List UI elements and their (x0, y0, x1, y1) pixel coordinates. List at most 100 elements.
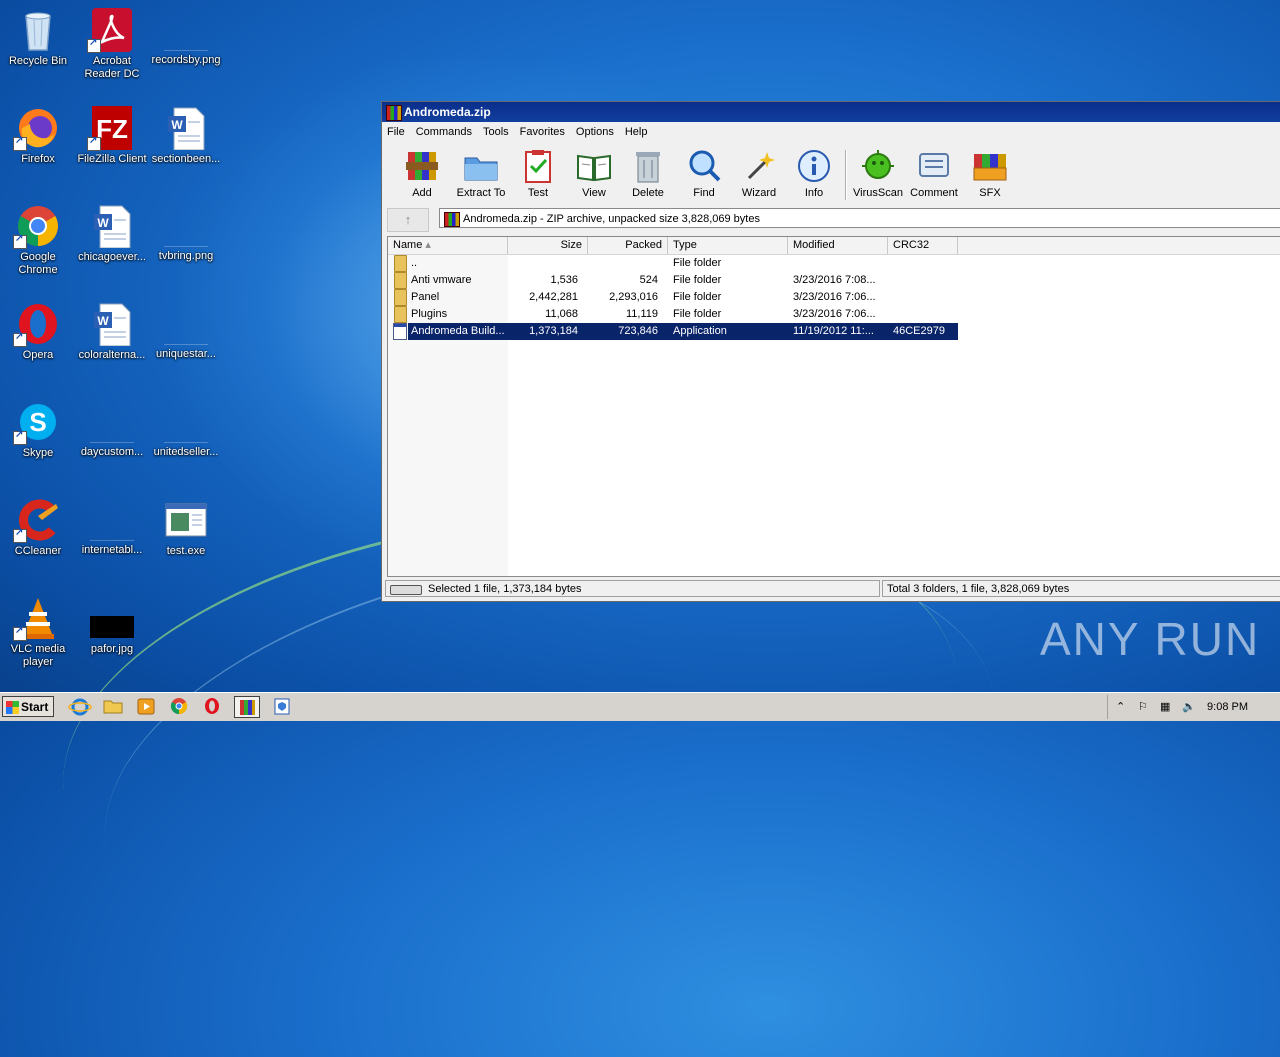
image-thumbnail-icon (90, 596, 134, 640)
menu-options[interactable]: Options (576, 126, 614, 138)
opera-icon (13, 302, 60, 347)
comment-label: Comment (910, 187, 958, 199)
desktop-icon-opera[interactable]: Opera (0, 302, 76, 362)
drive-icon (390, 585, 422, 595)
volume-icon[interactable]: 🔈 (1182, 700, 1196, 713)
desktop-icon-pafor[interactable]: pafor.jpg (74, 596, 150, 656)
column-header-type[interactable]: Type (668, 237, 788, 254)
list-row-parent[interactable]: .. File folder (388, 255, 1280, 272)
chrome-icon (170, 698, 188, 715)
delete-button[interactable]: Delete (620, 148, 676, 199)
desktop-icon-recycle-bin[interactable]: Recycle Bin (0, 8, 76, 68)
cell-size: 11,068 (545, 308, 578, 320)
cell-size (508, 255, 583, 272)
comment-button[interactable]: Comment (906, 148, 962, 199)
shortcut-arrow-icon (87, 135, 101, 151)
desktop-icon-unitedseller[interactable]: unitedseller... (148, 400, 224, 459)
start-button[interactable]: Start (2, 696, 54, 717)
status-total-text: Total 3 folders, 1 file, 3,828,069 bytes (887, 583, 1070, 595)
desktop-icon-test-exe[interactable]: test.exe (148, 498, 224, 558)
icon-label: unitedseller... (153, 446, 219, 458)
desktop-icon-skype[interactable]: S Skype (0, 400, 76, 460)
window-titlebar[interactable]: Andromeda.zip (382, 102, 1280, 122)
file-list[interactable]: Name ▴ Size Packed Type Modified CRC32 .… (387, 236, 1280, 577)
menu-file[interactable]: File (387, 126, 405, 138)
cell-packed: 2,293,016 (609, 291, 658, 303)
taskbar-winrar[interactable] (234, 696, 260, 718)
add-label: Add (412, 187, 432, 199)
extract-to-button[interactable]: Extract To (453, 148, 509, 199)
up-folder-button[interactable]: ↑ (387, 208, 429, 232)
add-button[interactable]: Add (394, 148, 450, 199)
cell-name: Plugins (411, 308, 448, 320)
taskbar-app-shield[interactable] (270, 696, 296, 718)
cell-name: Anti vmware (411, 274, 472, 286)
icon-label: Skype (22, 447, 54, 459)
executable-icon (164, 498, 208, 542)
desktop-icon-chicagoever[interactable]: W chicagoever... (74, 204, 150, 264)
cell-type: File folder (673, 257, 722, 269)
column-header-size[interactable]: Size (508, 237, 588, 254)
virusscan-button[interactable]: VirusScan (850, 148, 906, 199)
view-book-icon (576, 148, 612, 184)
column-header-modified[interactable]: Modified (788, 237, 888, 254)
menu-favorites[interactable]: Favorites (520, 126, 565, 138)
sfx-button[interactable]: SFX (962, 148, 1018, 199)
find-magnifier-icon (686, 148, 722, 184)
icon-label: Acrobat Reader DC (84, 55, 140, 80)
icon-label: FileZilla Client (77, 153, 147, 165)
desktop-icon-internetabl[interactable]: internetabl... (74, 498, 150, 557)
clock[interactable]: 9:08 PM (1207, 701, 1248, 713)
desktop-icon-uniquestar[interactable]: uniquestar... (148, 302, 224, 361)
system-tray: ⌃ ⚐ ▦ 🔈 9:08 PM (1107, 695, 1280, 719)
column-header-name[interactable]: Name ▴ (388, 237, 508, 254)
list-row[interactable]: Anti vmware 1,536 524 File folder 3/23/2… (388, 272, 1280, 289)
list-row-selected[interactable]: Andromeda Build... 1,373,184 723,846 App… (388, 323, 1280, 340)
taskbar-ie[interactable] (68, 696, 94, 718)
view-button[interactable]: View (566, 148, 622, 199)
icon-label: Opera (22, 349, 54, 361)
list-row[interactable]: Panel 2,442,281 2,293,016 File folder 3/… (388, 289, 1280, 306)
desktop-icon-acrobat[interactable]: Acrobat Reader DC (74, 8, 150, 81)
menu-tools[interactable]: Tools (483, 126, 509, 138)
desktop-icon-daycustom[interactable]: daycustom... (74, 400, 150, 459)
taskbar-explorer[interactable] (101, 696, 127, 718)
info-button[interactable]: Info (786, 148, 842, 199)
menu-commands[interactable]: Commands (416, 126, 472, 138)
cell-type: File folder (673, 308, 722, 320)
desktop-icon-tvbring[interactable]: tvbring.png (148, 204, 224, 263)
test-button[interactable]: Test (510, 148, 566, 199)
winrar-window[interactable]: Andromeda.zip File Commands Tools Favori… (381, 101, 1280, 602)
wizard-button[interactable]: Wizard (731, 148, 787, 199)
network-icon[interactable]: ▦ (1160, 700, 1170, 713)
blank-file-icon (164, 222, 208, 247)
action-center-flag-icon[interactable]: ⚐ (1138, 700, 1148, 713)
firefox-icon (13, 106, 60, 151)
windows-logo-icon (6, 701, 19, 714)
desktop-icon-chrome[interactable]: Google Chrome (0, 204, 76, 277)
internet-explorer-icon (68, 698, 92, 716)
desktop-icon-vlc[interactable]: VLC media player (0, 596, 76, 669)
desktop-icon-recordsby[interactable]: recordsby.png (148, 8, 224, 67)
desktop-icon-coloralterna[interactable]: W coloralterna... (74, 302, 150, 362)
column-header-packed[interactable]: Packed (588, 237, 668, 254)
taskbar-opera[interactable] (200, 696, 226, 718)
desktop-icon-ccleaner[interactable]: CCleaner (0, 498, 76, 558)
taskbar-media-player[interactable] (134, 696, 160, 718)
toolbar: Add Extract To Test View Delete Find Wiz… (382, 144, 1280, 206)
ccleaner-icon (13, 498, 60, 543)
desktop-icon-firefox[interactable]: Firefox (0, 106, 76, 166)
acrobat-icon (87, 8, 134, 53)
desktop-icon-filezilla[interactable]: FZ FileZilla Client (74, 106, 150, 166)
taskbar-chrome[interactable] (167, 696, 193, 718)
show-hidden-icons-icon[interactable]: ⌃ (1116, 700, 1125, 713)
svg-text:S: S (29, 407, 46, 437)
find-button[interactable]: Find (676, 148, 732, 199)
column-header-crc32[interactable]: CRC32 (888, 237, 958, 254)
blank-file-icon (164, 320, 208, 345)
desktop-icon-sectionbeen[interactable]: W sectionbeen... (148, 106, 224, 166)
menu-help[interactable]: Help (625, 126, 648, 138)
cell-modified: 11/19/2012 11:... (793, 325, 874, 337)
address-bar[interactable]: Andromeda.zip - ZIP archive, unpacked si… (439, 208, 1280, 228)
list-row[interactable]: Plugins 11,068 11,119 File folder 3/23/2… (388, 306, 1280, 323)
